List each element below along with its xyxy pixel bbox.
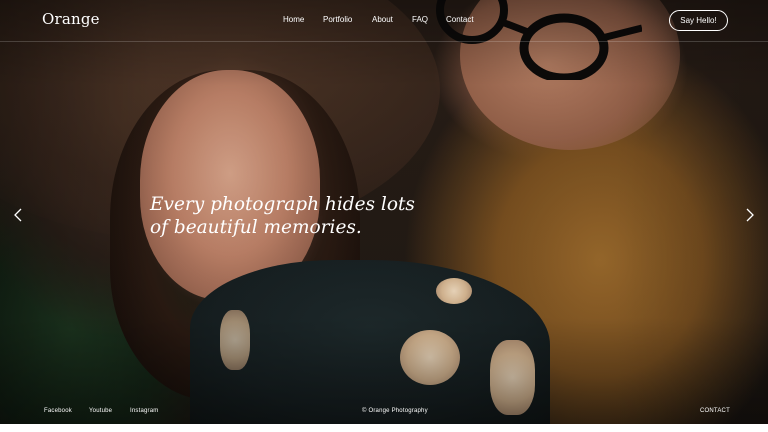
site-footer: Facebook Youtube Instagram © Orange Phot… <box>0 402 768 422</box>
footer-link-facebook[interactable]: Facebook <box>44 408 72 414</box>
footer-link-youtube[interactable]: Youtube <box>89 408 112 414</box>
hero-headline-line1: Every photograph hides lots <box>150 194 415 215</box>
footer-contact-link[interactable]: CONTACT <box>700 408 730 414</box>
brand-logo[interactable]: Orange <box>42 10 100 28</box>
site-header: Orange Home Portfolio About FAQ Contact … <box>0 0 768 42</box>
slider-prev-button[interactable] <box>8 205 28 225</box>
say-hello-button[interactable]: Say Hello! <box>669 10 728 31</box>
copyright-text: © Orange Photography <box>362 408 428 414</box>
nav-item-about[interactable]: About <box>372 15 393 24</box>
nav-item-home[interactable]: Home <box>283 15 304 24</box>
nav-item-portfolio[interactable]: Portfolio <box>323 15 352 24</box>
nav-item-contact[interactable]: Contact <box>446 15 474 24</box>
hero-headline: Every photograph hides lots of beautiful… <box>150 193 430 239</box>
hero-headline-line2: of beautiful memories. <box>150 217 362 238</box>
chevron-right-icon <box>746 208 754 222</box>
bottom-edge <box>0 424 768 432</box>
nav-item-faq[interactable]: FAQ <box>412 15 428 24</box>
footer-link-instagram[interactable]: Instagram <box>130 408 158 414</box>
chevron-left-icon <box>14 208 22 222</box>
slider-next-button[interactable] <box>740 205 760 225</box>
